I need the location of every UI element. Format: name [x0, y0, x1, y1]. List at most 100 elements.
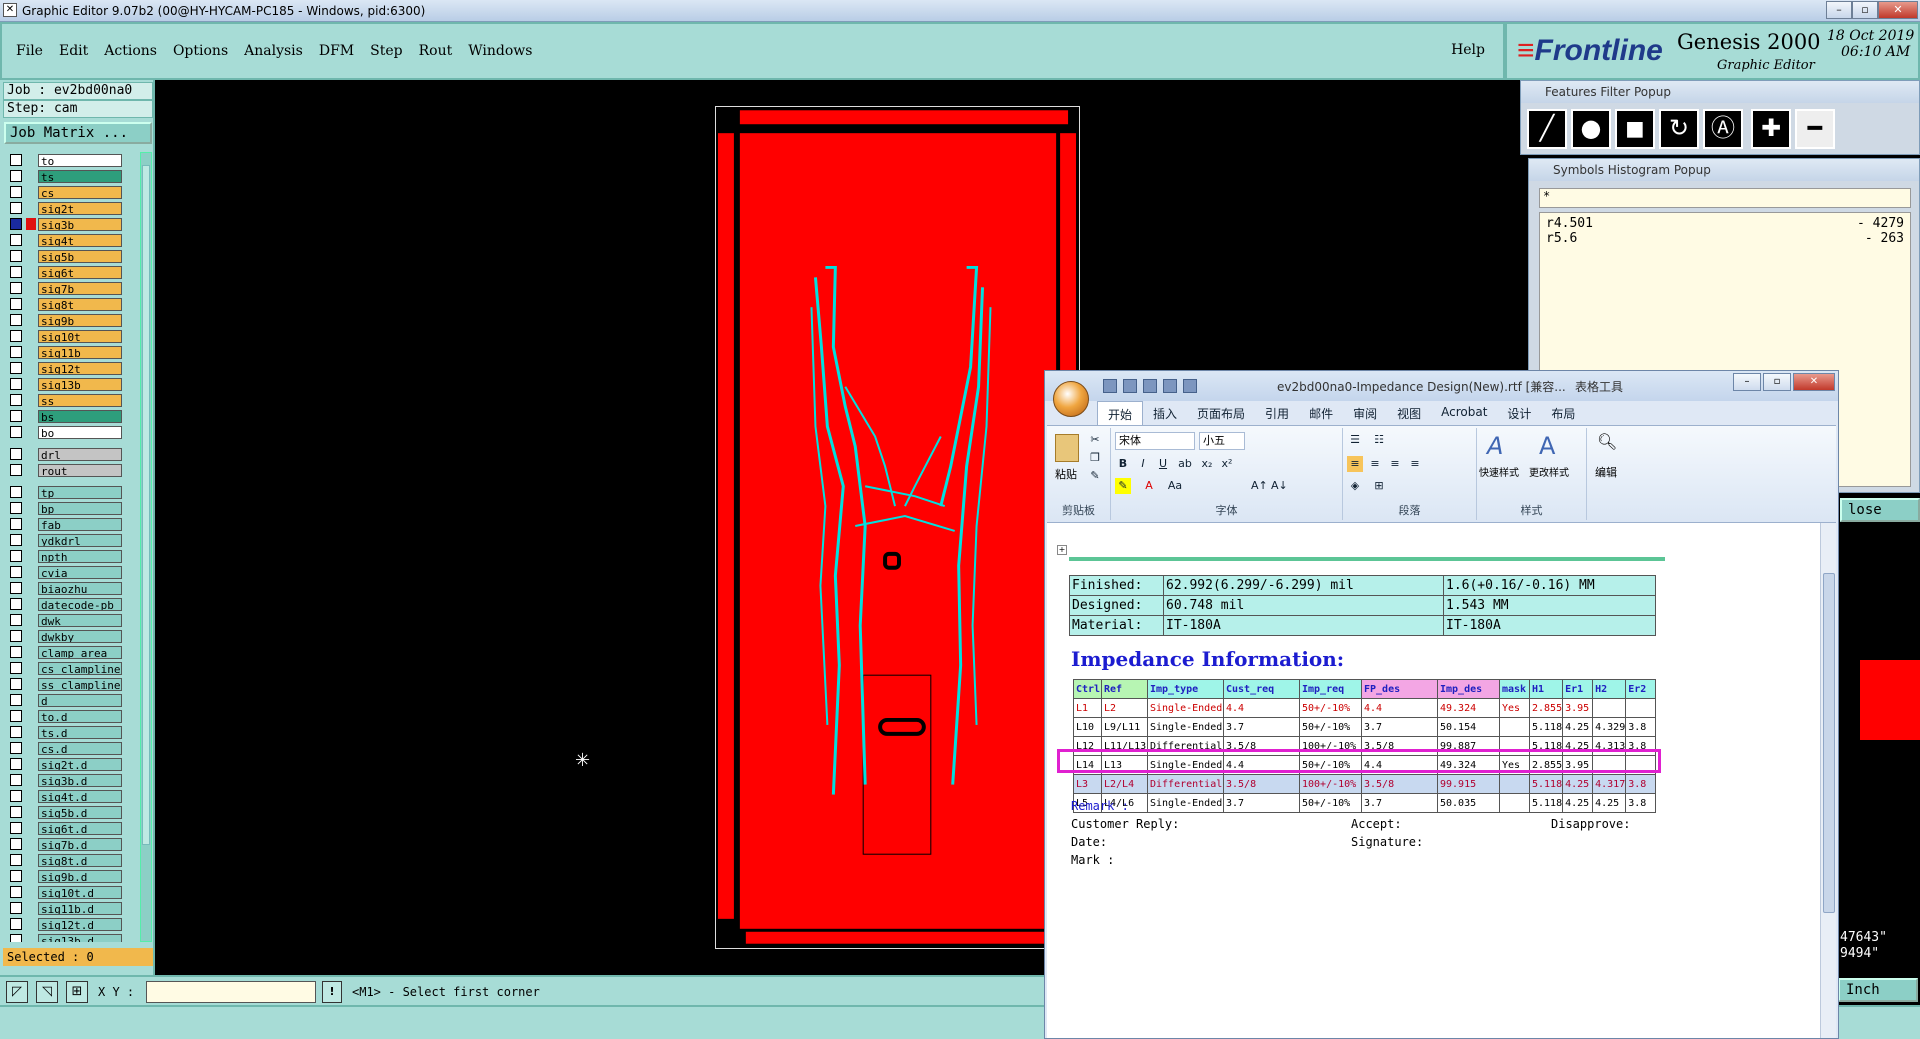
undo-icon[interactable] [1123, 379, 1137, 393]
ribbon-tab[interactable]: 视图 [1387, 401, 1431, 425]
borders-icon[interactable]: ⊞ [1371, 478, 1387, 494]
menu-step[interactable]: Step [370, 43, 402, 59]
layer-checkbox[interactable] [10, 202, 22, 214]
layer-checkbox[interactable] [10, 464, 22, 476]
layer-checkbox[interactable] [10, 346, 22, 358]
layer-checkbox[interactable] [10, 426, 22, 438]
layer-checkbox[interactable] [10, 502, 22, 514]
layer-name[interactable]: fab [38, 517, 122, 531]
layer-row[interactable]: ss [4, 392, 138, 408]
font-color-icon[interactable]: A [1141, 478, 1157, 494]
layer-checkbox[interactable] [10, 822, 22, 834]
layer-name[interactable]: dwkby [38, 629, 122, 643]
layer-checkbox[interactable] [10, 678, 22, 690]
layer-name[interactable]: drl [38, 447, 122, 461]
quick-styles-label[interactable]: 快速样式 [1479, 464, 1519, 479]
layer-checkbox[interactable] [10, 448, 22, 460]
layer-name[interactable]: cs.d [38, 741, 122, 755]
bold-icon[interactable]: B [1115, 456, 1131, 472]
layer-name[interactable]: sig8t [38, 297, 122, 311]
layer-name[interactable]: rout [38, 463, 122, 477]
layer-row[interactable]: sig10t.d [4, 884, 138, 900]
layer-name[interactable]: cs [38, 185, 122, 199]
ribbon-tab[interactable]: 邮件 [1299, 401, 1343, 425]
layer-row[interactable]: ts.d [4, 724, 138, 740]
layer-row[interactable]: sig3b.d [4, 772, 138, 788]
layer-name[interactable]: sig11b [38, 345, 122, 359]
layer-checkbox[interactable] [10, 186, 22, 198]
layer-name[interactable]: bs [38, 409, 122, 423]
layer-name[interactable]: sig13b.d [38, 933, 122, 942]
redo-icon[interactable] [1143, 379, 1157, 393]
menu-options[interactable]: Options [173, 43, 228, 59]
layer-checkbox[interactable] [10, 934, 22, 942]
menu-file[interactable]: File [16, 43, 43, 59]
grow-font-icon[interactable]: A↑ [1251, 478, 1268, 494]
layer-row[interactable]: cs_clampline [4, 660, 138, 676]
layer-checkbox[interactable] [10, 726, 22, 738]
close-button[interactable]: ✕ [1878, 1, 1918, 19]
menu-actions[interactable]: Actions [104, 43, 157, 59]
symbol-row[interactable]: r4.501- 4279 [1546, 216, 1904, 231]
layer-row[interactable]: cs.d [4, 740, 138, 756]
layer-checkbox[interactable] [10, 154, 22, 166]
layer-row[interactable]: sig10t [4, 328, 138, 344]
bullets-icon[interactable]: ☰ [1347, 432, 1363, 448]
layer-row[interactable]: sig4t [4, 232, 138, 248]
table-row[interactable]: L10 L9/L11 Single-Ended 3.7 50+/-10% 3.7 50.15… [1073, 717, 1657, 737]
layer-row[interactable]: sig5b.d [4, 804, 138, 820]
layer-row[interactable]: sig8t [4, 296, 138, 312]
change-styles-label[interactable]: 更改样式 [1529, 464, 1569, 479]
layer-name[interactable]: dwk [38, 613, 122, 627]
ribbon-tab[interactable]: 引用 [1255, 401, 1299, 425]
layer-checkbox[interactable] [10, 486, 22, 498]
layer-name[interactable]: cs_clampline [38, 661, 122, 675]
layer-row[interactable]: bs [4, 408, 138, 424]
ribbon-tab[interactable]: 页面布局 [1187, 401, 1255, 425]
layer-checkbox[interactable] [10, 790, 22, 802]
superscript-icon[interactable]: x² [1219, 456, 1235, 472]
layer-row[interactable]: ts [4, 168, 138, 184]
layer-name[interactable]: ss_clampline [38, 677, 122, 691]
ribbon-tab[interactable]: 设计 [1497, 401, 1541, 425]
layer-row[interactable]: sig13b [4, 376, 138, 392]
layer-name[interactable]: sig11b.d [38, 901, 122, 915]
surface-filter-icon[interactable]: ◼ [1615, 109, 1655, 149]
edit-label[interactable]: 编辑 [1595, 464, 1617, 480]
layer-checkbox[interactable] [10, 662, 22, 674]
layer-row[interactable]: sig4t.d [4, 788, 138, 804]
layer-checkbox[interactable] [10, 646, 22, 658]
layer-checkbox[interactable] [10, 710, 22, 722]
ribbon-tab[interactable]: 开始 [1097, 401, 1144, 425]
layer-name[interactable]: sig13b [38, 377, 122, 391]
menu-rout[interactable]: Rout [419, 43, 453, 59]
layer-row[interactable]: rout [4, 462, 138, 478]
layer-row[interactable]: ydkdrl [4, 532, 138, 548]
layer-checkbox[interactable] [10, 170, 22, 182]
subscript-icon[interactable]: x₂ [1199, 456, 1215, 472]
layer-row[interactable]: d [4, 692, 138, 708]
layer-name[interactable]: sig2t [38, 201, 122, 215]
layer-row[interactable]: dwkby [4, 628, 138, 644]
ribbon-tab[interactable]: 审阅 [1343, 401, 1387, 425]
layer-checkbox[interactable] [10, 218, 22, 230]
layer-checkbox[interactable] [10, 566, 22, 578]
layer-row[interactable]: sig8t.d [4, 852, 138, 868]
layer-row[interactable]: sig6t.d [4, 820, 138, 836]
numbering-icon[interactable]: ☷ [1371, 432, 1387, 448]
layer-row[interactable]: sig3b [4, 216, 138, 232]
layer-row[interactable]: sig5b [4, 248, 138, 264]
layer-checkbox[interactable] [10, 314, 22, 326]
xy-input[interactable] [146, 981, 316, 1003]
maximize-button[interactable]: ▫ [1852, 1, 1878, 19]
layer-checkbox[interactable] [10, 630, 22, 642]
preview-icon[interactable] [1183, 379, 1197, 393]
layer-row[interactable]: sig2t [4, 200, 138, 216]
layer-name[interactable]: ts [38, 169, 122, 183]
print-icon[interactable] [1163, 379, 1177, 393]
layer-checkbox[interactable] [10, 298, 22, 310]
copy-icon[interactable]: ❐ [1087, 450, 1103, 466]
pad-filter-icon[interactable]: ● [1571, 109, 1611, 149]
find-icon[interactable]: 🔍︎ [1597, 432, 1617, 451]
layer-row[interactable]: to.d [4, 708, 138, 724]
